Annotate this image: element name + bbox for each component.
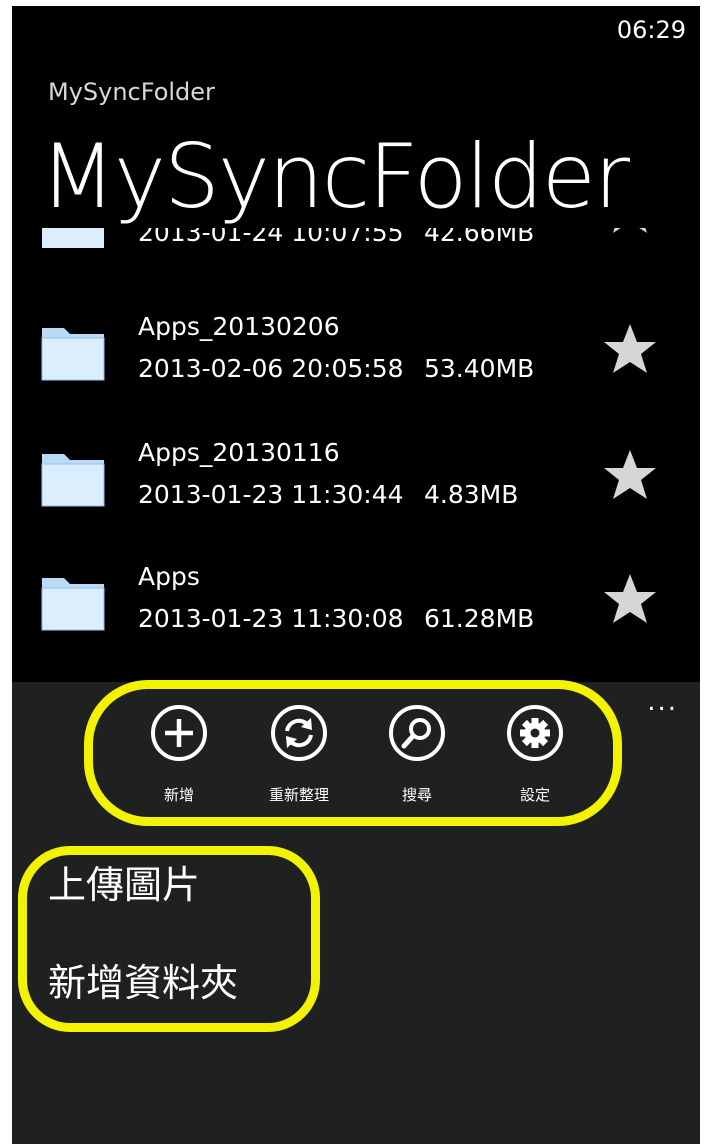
more-options-button[interactable]: ... [647,689,678,715]
star-icon[interactable] [602,448,658,502]
item-size: 61.28MB [424,604,535,633]
item-size: 53.40MB [424,354,535,383]
list-item[interactable]: Apps_20130116 2013-01-23 11:30:44 4.83MB [12,438,700,558]
star-icon[interactable] [602,322,658,376]
app-name: MySyncFolder [48,78,215,106]
application-bar: ... 新增 重新整理 搜尋 設定 上傳圖片 新增資料夾 [12,680,700,1144]
item-date: 2013-02-06 20:05:58 [138,354,404,383]
folder-icon [41,454,105,507]
folder-icon [41,578,105,631]
folder-icon [41,328,105,381]
item-name: Apps_20130206 [138,312,340,341]
highlight-menu-items [18,846,320,1032]
highlight-appbar-buttons [84,680,622,826]
list-item[interactable]: Apps 2013-01-23 11:30:08 61.28MB [12,562,700,682]
item-date: 2013-01-23 11:30:44 [138,480,404,509]
item-name: Apps_20130116 [138,438,340,467]
star-icon[interactable] [602,572,658,626]
item-name: Apps [138,562,200,591]
status-bar-time: 06:29 [616,16,686,44]
list-item[interactable]: Apps_20130206 2013-02-06 20:05:58 53.40M… [12,312,700,432]
list-item-partial[interactable]: 2013-01-24 10:07:55 42.66MB [12,228,700,314]
item-date: 2013-01-23 11:30:08 [138,604,404,633]
item-size: 4.83MB [424,480,519,509]
file-list: 2013-01-24 10:07:55 42.66MB Apps_2013020… [12,228,700,682]
page-title: MySyncFolder [40,125,630,228]
phone-screen: 06:29 MySyncFolder 2013-01-24 10:07:55 4… [12,6,700,1144]
